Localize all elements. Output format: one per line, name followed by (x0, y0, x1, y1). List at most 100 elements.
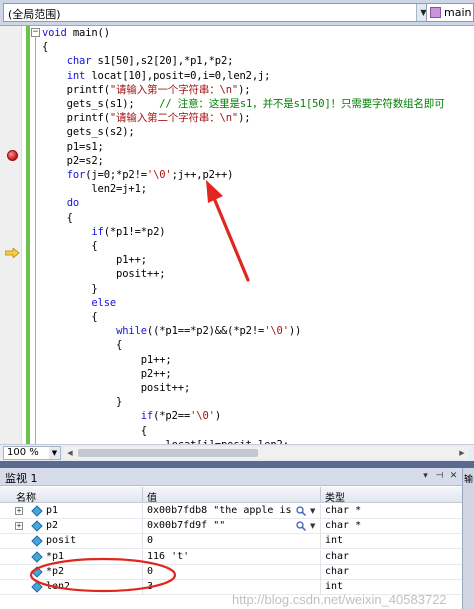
column-divider[interactable] (142, 487, 143, 503)
watch-name-cell[interactable]: posit (46, 534, 140, 548)
code-token: ); (238, 112, 251, 125)
code-token: s1[50],s2[20],*p1,*p2; (91, 55, 234, 68)
pin-icon[interactable]: ⊣ (433, 470, 446, 483)
watch-row[interactable]: posit 0 int (0, 534, 462, 550)
code-line[interactable]: if(*p1!=*p2) (42, 225, 165, 239)
code-line[interactable]: gets_s(s1); // 注意：这里是s1，并不是s1[50]！只需要字符数… (42, 97, 445, 111)
column-divider (320, 519, 321, 535)
watch-type-cell[interactable]: int (325, 534, 455, 548)
code-line[interactable]: else (42, 296, 116, 310)
code-line[interactable]: printf("请输入第一个字符串：\n"); (42, 83, 251, 97)
code-token: for (66, 169, 86, 181)
code-token: '\0' (146, 169, 172, 181)
watch-row[interactable]: + p1 0x00b7fdb8 "the apple is red" char * ▼ (0, 504, 462, 519)
code-line[interactable]: } (42, 282, 97, 296)
watch-type-cell[interactable]: char (325, 565, 455, 579)
scroll-left-icon[interactable]: ◀ (64, 447, 76, 459)
watch-row[interactable]: + p2 0x00b7fd9f "" char * ▼ (0, 519, 462, 535)
breakpoint-icon[interactable] (7, 150, 18, 161)
code-line[interactable]: p1++; (42, 253, 147, 267)
outline-guide (35, 36, 36, 444)
code-line[interactable]: len2=j+1; (42, 182, 147, 196)
watch-name-cell[interactable]: p1 (46, 504, 140, 518)
function-dropdown[interactable]: main (426, 3, 474, 22)
code-line[interactable]: posit++; (42, 267, 166, 281)
code-line[interactable]: } (42, 395, 122, 409)
code-line[interactable]: char s1[50],s2[20],*p1,*p2; (42, 54, 234, 68)
watch-value-cell[interactable]: 0 (147, 534, 293, 548)
search-icon[interactable] (296, 521, 306, 532)
watch-name-cell[interactable]: p2 (46, 519, 140, 533)
column-divider[interactable] (320, 487, 321, 503)
column-header-type[interactable]: 类型 (325, 489, 345, 504)
code-line[interactable]: void main() (42, 26, 110, 40)
code-line[interactable]: p2=s2; (42, 154, 104, 168)
watch-row[interactable]: *p1 116 't' char (0, 549, 462, 565)
zoom-dropdown[interactable]: 100 % ▼ (3, 446, 61, 460)
code-line[interactable]: { (42, 338, 122, 352)
code-line[interactable]: { (42, 239, 97, 253)
code-token: gets_s(s2); (42, 126, 135, 139)
watch-name-cell[interactable]: *p2 (46, 565, 140, 579)
panel-divider[interactable] (0, 461, 474, 468)
column-divider (142, 534, 143, 550)
code-line[interactable]: { (42, 211, 73, 225)
scroll-right-icon[interactable]: ▶ (456, 447, 468, 459)
current-statement-arrow-icon (5, 248, 20, 258)
code-line[interactable]: { (42, 424, 147, 438)
watch-value-cell[interactable]: 0x00b7fd9f "" (147, 519, 293, 533)
search-icon[interactable] (296, 506, 306, 516)
chevron-down-icon[interactable]: ▼ (310, 504, 315, 518)
watch-name-cell[interactable]: *p1 (46, 550, 140, 564)
code-line[interactable]: p1++; (42, 353, 172, 367)
column-divider (142, 549, 143, 565)
watch-type-cell[interactable]: char * (325, 519, 455, 533)
horizontal-scrollbar[interactable]: ◀ ▶ (64, 447, 468, 459)
code-token: p1=s1; (42, 140, 104, 153)
window-position-icon[interactable]: ▾ (419, 470, 432, 483)
watch-value-cell[interactable]: 0 (147, 565, 293, 579)
watch-type-cell[interactable]: char (325, 550, 455, 564)
code-token: p1++; (42, 254, 147, 267)
code-line[interactable]: gets_s(s2); (42, 125, 135, 139)
watch-value-cell[interactable]: 0x00b7fdb8 "the apple is red" (147, 504, 293, 518)
watch-name-cell[interactable]: len2 (46, 580, 140, 594)
code-editor[interactable]: − void main(){ char s1[50],s2[20],*p1,*p… (0, 26, 474, 444)
code-line[interactable]: p1=s1; (42, 140, 104, 154)
column-header-value[interactable]: 值 (147, 489, 157, 504)
expand-icon[interactable]: + (15, 522, 23, 531)
code-token: ((*p1==*p2)&&(*p2!= (146, 325, 265, 338)
code-line[interactable]: { (42, 310, 97, 324)
code-token: posit++; (42, 268, 166, 281)
variable-icon (31, 520, 43, 532)
glyph-margin[interactable] (0, 26, 22, 444)
code-line[interactable]: if(*p2=='\0') (42, 409, 221, 423)
expand-icon[interactable]: + (15, 507, 23, 515)
column-header-name[interactable]: 名称 (16, 489, 36, 504)
code-token: gets_s(s1); (42, 98, 160, 110)
code-line[interactable]: for(j=0;*p2!='\0';j++,p2++) (42, 168, 234, 182)
watch-row[interactable]: *p2 0 char (0, 564, 462, 580)
code-token: ;j++,p2++) (171, 169, 234, 181)
code-line[interactable]: while((*p1==*p2)&&(*p2!='\0')) (42, 324, 301, 338)
code-token: } (42, 396, 123, 409)
code-line[interactable]: posit++; (42, 381, 191, 395)
scrollbar-thumb[interactable] (78, 449, 258, 457)
column-divider (320, 534, 321, 550)
chevron-down-icon[interactable]: ▼ (49, 447, 60, 459)
output-side-tab[interactable]: 输 (462, 468, 474, 609)
column-divider (142, 564, 143, 580)
scope-dropdown[interactable]: (全局范围) ▼ (3, 3, 431, 22)
watch-type-cell[interactable]: char * (325, 504, 455, 518)
code-line[interactable]: printf("请输入第二个字符串：\n"); (42, 111, 251, 125)
chevron-down-icon[interactable]: ▼ (310, 519, 315, 533)
code-line[interactable]: { (42, 40, 48, 54)
code-line[interactable]: do (42, 196, 79, 210)
code-line[interactable]: p2++; (42, 367, 172, 381)
code-line[interactable]: int locat[10],posit=0,i=0,len2,j; (42, 69, 271, 83)
watch-value-cell[interactable]: 116 't' (147, 550, 293, 564)
close-icon[interactable]: ✕ (447, 470, 460, 483)
watermark-text: http://blog.csdn.net/weixin_40583722 (232, 592, 447, 607)
